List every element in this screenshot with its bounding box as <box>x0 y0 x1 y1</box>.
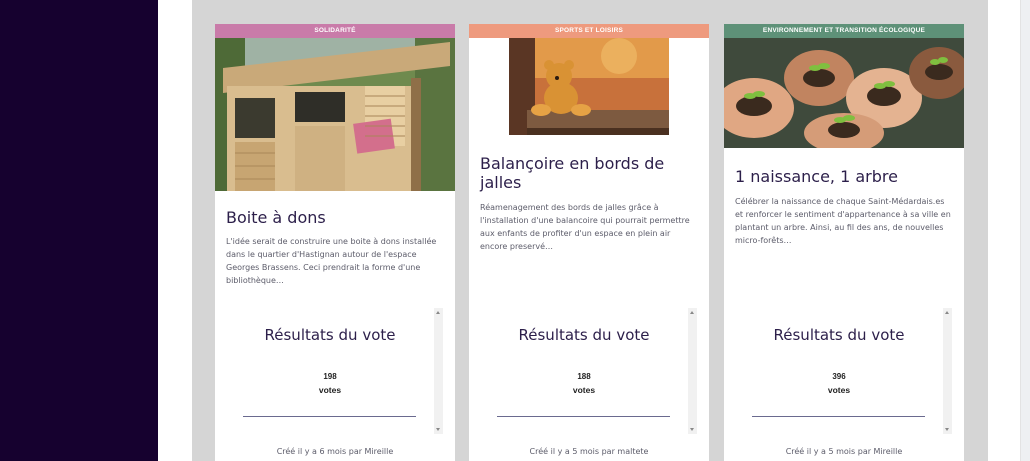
category-banner: ENVIRONNEMENT ET TRANSITION ÉCOLOGIQUE <box>724 24 964 38</box>
project-footer: Créé il y a 5 mois par Mireille <box>785 447 903 456</box>
vote-results-box: Résultats du vote 198 votes <box>219 308 447 434</box>
project-footer: Créé il y a 5 mois par maltete <box>529 447 649 456</box>
vote-scrollbar[interactable] <box>688 308 697 434</box>
vote-scrollbar[interactable] <box>434 308 443 434</box>
vote-unit: votes <box>318 385 342 395</box>
vote-divider <box>497 416 670 417</box>
vote-unit: votes <box>572 385 596 395</box>
vote-count: 188 <box>577 372 591 381</box>
project-card[interactable]: ENVIRONNEMENT ET TRANSITION ÉCOLOGIQUE 1… <box>724 24 964 461</box>
hands-seedlings-photo <box>724 38 964 148</box>
category-banner: SOLIDARITÉ <box>215 24 455 38</box>
scroll-up-arrow-icon[interactable] <box>945 311 949 314</box>
vote-results-box: Résultats du vote 396 votes <box>728 308 956 434</box>
scroll-up-arrow-icon[interactable] <box>690 311 694 314</box>
project-description: Célébrer la naissance de chaque Saint-Mé… <box>735 197 951 245</box>
teddy-bear-swing-photo <box>469 38 709 135</box>
project-description: L'idée serait de construire une boite à … <box>226 237 437 285</box>
project-footer: Créé il y a 6 mois par Mireille <box>276 447 394 456</box>
vote-divider <box>752 416 925 417</box>
vote-divider <box>243 416 416 417</box>
project-title[interactable]: Balançoire en bords de jalles <box>469 154 709 192</box>
vote-results-title: Résultats du vote <box>264 326 396 344</box>
vote-unit: votes <box>827 385 851 395</box>
project-description: Réamenagement des bords de jalles grâce … <box>480 203 690 251</box>
vote-scrollbar[interactable] <box>943 308 952 434</box>
vote-count: 198 <box>323 372 337 381</box>
scroll-down-arrow-icon[interactable] <box>436 428 440 431</box>
project-title[interactable]: Boite à dons <box>215 208 455 227</box>
scroll-down-arrow-icon[interactable] <box>690 428 694 431</box>
category-banner: SPORTS ET LOISIRS <box>469 24 709 38</box>
left-dark-sidebar <box>0 0 158 461</box>
scroll-down-arrow-icon[interactable] <box>945 428 949 431</box>
project-card[interactable]: SOLIDARITÉ Boite à dons L'idée serait de… <box>215 24 455 461</box>
vote-results-box: Résultats du vote 188 votes <box>473 308 701 434</box>
vote-results-title: Résultats du vote <box>518 326 650 344</box>
page-margin-right <box>988 0 1020 461</box>
scroll-up-arrow-icon[interactable] <box>436 311 440 314</box>
project-card[interactable]: SPORTS ET LOISIRS Balançoire en bords de… <box>469 24 709 461</box>
donation-box-photo <box>215 38 455 191</box>
project-title[interactable]: 1 naissance, 1 arbre <box>724 167 964 186</box>
page-scrollbar[interactable] <box>1020 0 1030 461</box>
vote-results-title: Résultats du vote <box>773 326 905 344</box>
page-margin <box>158 0 192 461</box>
vote-count: 396 <box>832 372 846 381</box>
